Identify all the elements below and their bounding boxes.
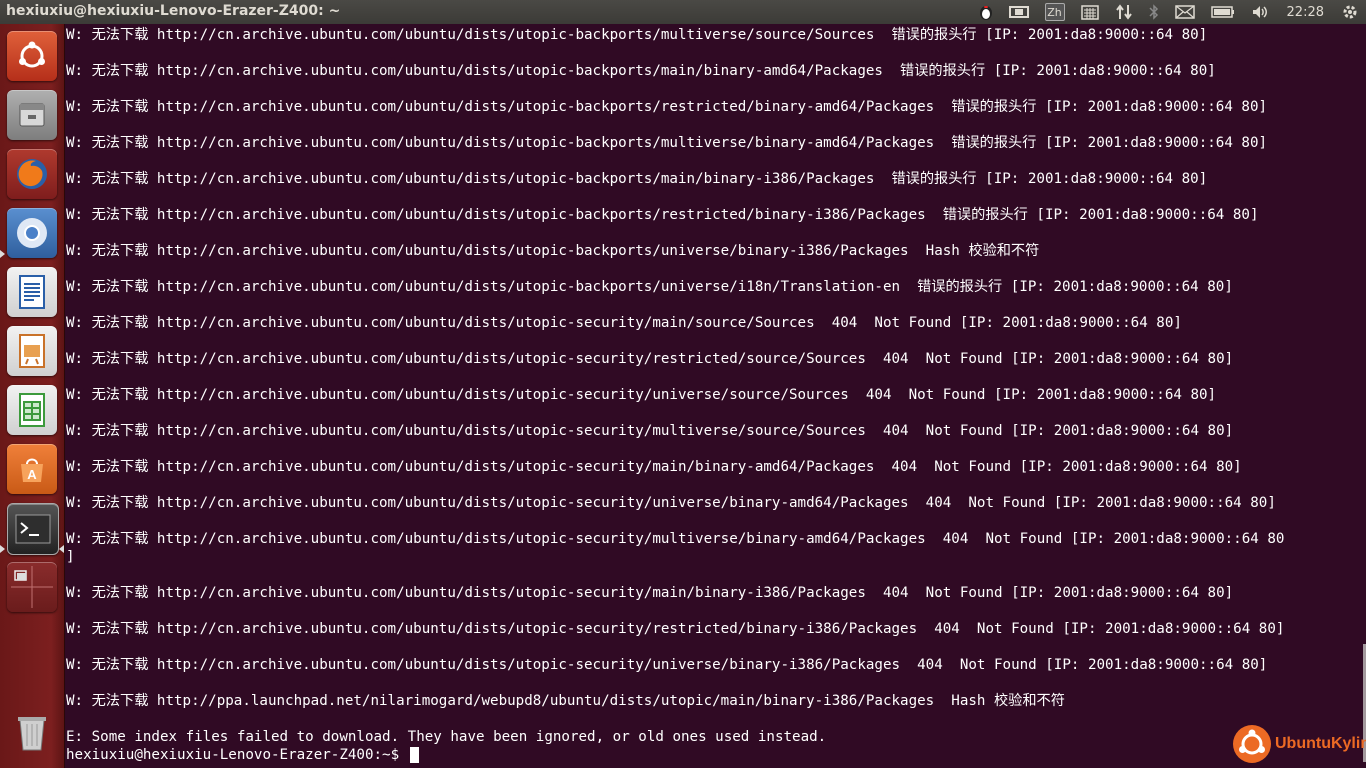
indicator-area: Zh 22:28	[971, 0, 1366, 24]
svg-text:A: A	[27, 467, 37, 482]
top-panel: hexiuxiu@hexiuxiu-Lenovo-Erazer-Z400: ~ …	[0, 0, 1366, 24]
terminal-line: ]	[66, 549, 75, 565]
running-indicator	[0, 545, 5, 553]
window-title: hexiuxiu@hexiuxiu-Lenovo-Erazer-Z400: ~	[6, 3, 341, 19]
input-method-icon[interactable]: Zh	[1044, 3, 1065, 21]
clock[interactable]: 22:28	[1287, 0, 1324, 24]
terminal-line: W: 无法下载 http://cn.archive.ubuntu.com/ubu…	[66, 279, 1233, 295]
terminal-line: W: 无法下载 http://cn.archive.ubuntu.com/ubu…	[66, 243, 1040, 259]
mail-icon[interactable]	[1174, 0, 1195, 24]
terminal-line: W: 无法下载 http://cn.archive.ubuntu.com/ubu…	[66, 207, 1259, 223]
penguin-icon[interactable]	[979, 0, 993, 24]
prompt-line[interactable]: hexiuxiu@hexiuxiu-Lenovo-Erazer-Z400:~$	[66, 746, 419, 764]
terminal-line: W: 无法下载 http://ppa.launchpad.net/nilarim…	[66, 693, 1065, 709]
bluetooth-icon[interactable]	[1149, 0, 1159, 24]
firefox-icon[interactable]	[7, 149, 57, 199]
shell-prompt: hexiuxiu@hexiuxiu-Lenovo-Erazer-Z400:~$	[66, 747, 408, 763]
terminal-line: W: 无法下载 http://cn.archive.ubuntu.com/ubu…	[66, 135, 1268, 151]
terminal-line: W: 无法下载 http://cn.archive.ubuntu.com/ubu…	[66, 495, 1276, 511]
ubuntukylin-label: UbuntuKylin	[1275, 735, 1366, 752]
trash-icon[interactable]	[7, 707, 57, 757]
launcher: A	[0, 24, 65, 768]
impress-icon[interactable]	[7, 326, 57, 376]
terminal-line: W: 无法下载 http://cn.archive.ubuntu.com/ubu…	[66, 657, 1268, 673]
focus-indicator	[59, 545, 64, 553]
terminal-line: W: 无法下载 http://cn.archive.ubuntu.com/ubu…	[66, 63, 1216, 79]
calc-icon[interactable]	[7, 385, 57, 435]
workspace-switcher-icon[interactable]	[7, 562, 57, 612]
running-indicator	[0, 250, 5, 258]
terminal-window[interactable]: W: 无法下载 http://cn.archive.ubuntu.com/ubu…	[65, 24, 1366, 768]
terminal-line: W: 无法下载 http://cn.archive.ubuntu.com/ubu…	[66, 459, 1242, 475]
volume-icon[interactable]	[1251, 0, 1269, 24]
software-center-icon[interactable]: A	[7, 444, 57, 494]
terminal-line: W: 无法下载 http://cn.archive.ubuntu.com/ubu…	[66, 27, 1208, 43]
ubuntukylin-logo-icon	[1233, 725, 1271, 763]
network-icon[interactable]	[1115, 0, 1133, 24]
terminal-line: W: 无法下载 http://cn.archive.ubuntu.com/ubu…	[66, 585, 1234, 601]
terminal-line: W: 无法下载 http://cn.archive.ubuntu.com/ubu…	[66, 99, 1268, 115]
terminal-line: W: 无法下载 http://cn.archive.ubuntu.com/ubu…	[66, 171, 1208, 187]
terminal-line: W: 无法下载 http://cn.archive.ubuntu.com/ubu…	[66, 621, 1285, 637]
chromium-icon[interactable]	[7, 208, 57, 258]
text-cursor	[409, 747, 419, 763]
terminal-line: W: 无法下载 http://cn.archive.ubuntu.com/ubu…	[66, 387, 1217, 403]
keyboard-icon[interactable]	[1008, 0, 1029, 24]
dash-home-icon[interactable]	[7, 31, 57, 81]
gear-icon[interactable]	[1342, 0, 1358, 24]
calendar-icon[interactable]	[1080, 0, 1099, 24]
writer-icon[interactable]	[7, 267, 57, 317]
files-icon[interactable]	[7, 90, 57, 140]
battery-icon[interactable]	[1210, 0, 1235, 24]
terminal-line: W: 无法下载 http://cn.archive.ubuntu.com/ubu…	[66, 315, 1182, 331]
terminal-line: W: 无法下载 http://cn.archive.ubuntu.com/ubu…	[66, 423, 1234, 439]
terminal-line: E: Some index files failed to download. …	[66, 729, 827, 745]
terminal-line: W: 无法下载 http://cn.archive.ubuntu.com/ubu…	[66, 351, 1234, 367]
terminal-icon[interactable]	[7, 503, 59, 555]
terminal-line: W: 无法下载 http://cn.archive.ubuntu.com/ubu…	[66, 531, 1285, 547]
ubuntukylin-logo: UbuntuKylin	[1232, 724, 1366, 764]
